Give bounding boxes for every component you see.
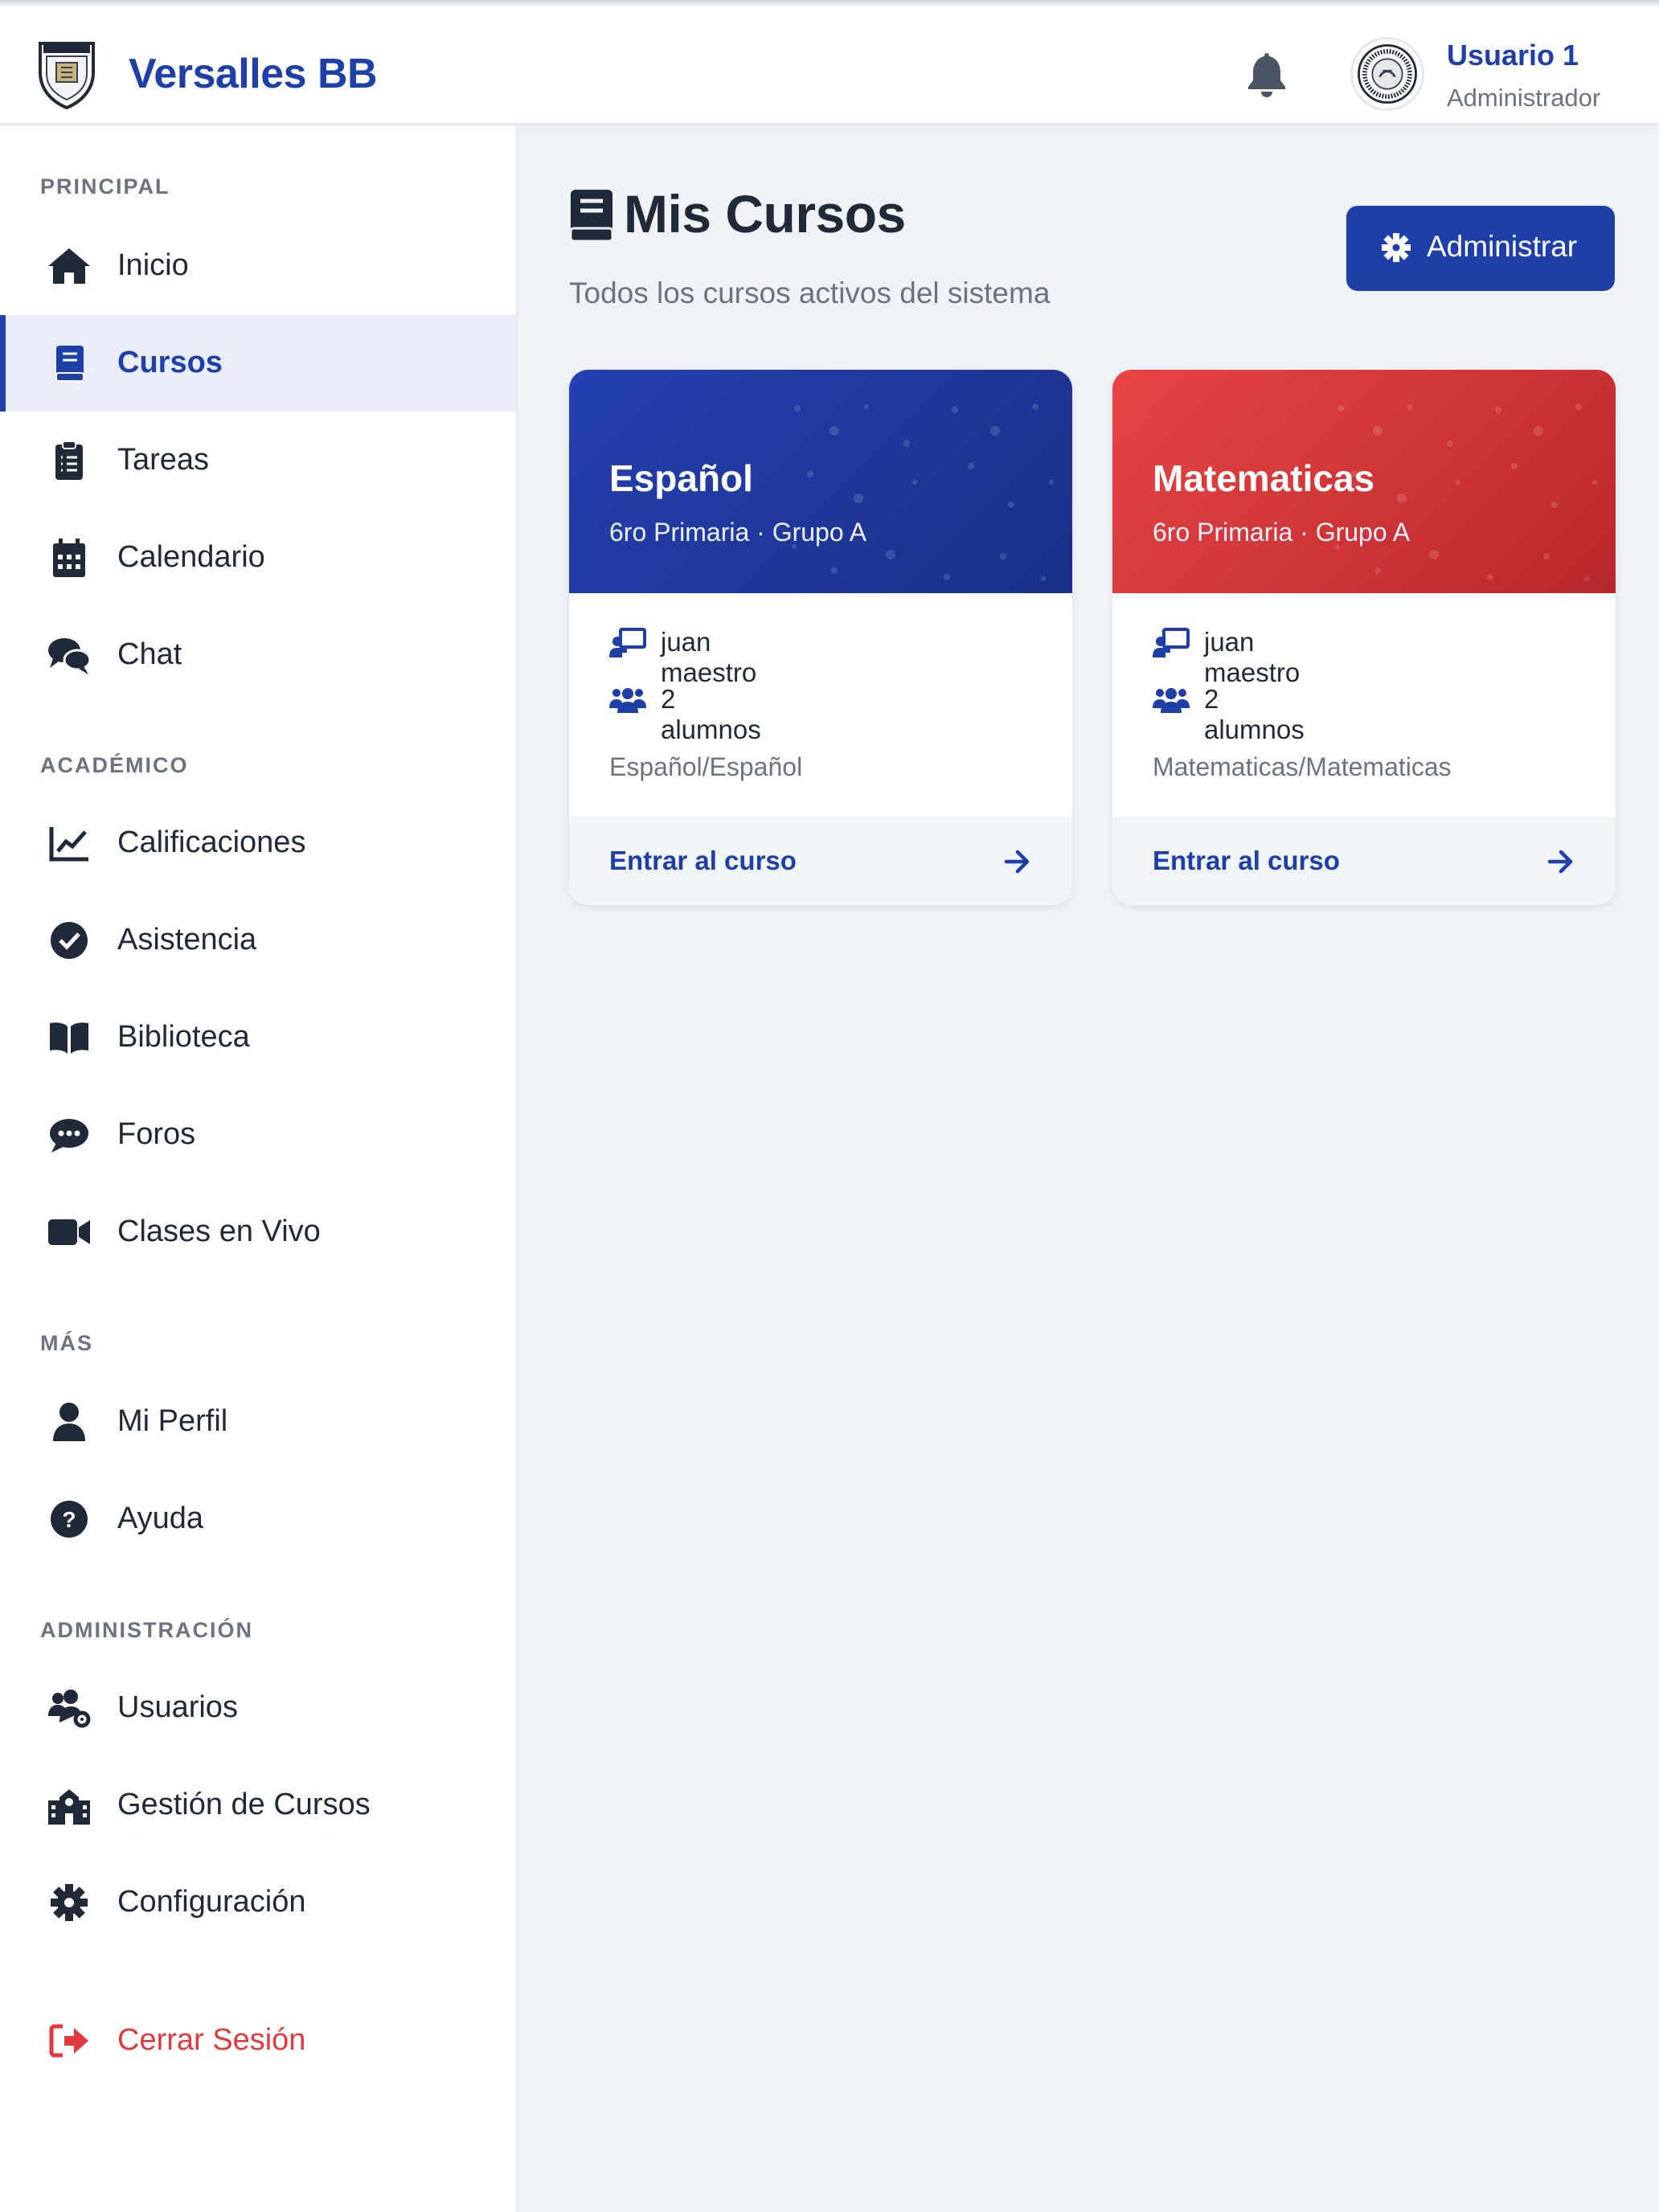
book-icon — [55, 346, 84, 382]
sidebar-item-calendario[interactable]: Calendario — [0, 510, 516, 606]
top-shade — [0, 0, 1659, 8]
sidebar-item-configuracion[interactable]: Configuración — [0, 1854, 516, 1951]
cog-icon — [1382, 233, 1411, 262]
course-subject: Español/Español — [609, 752, 803, 781]
bell-icon[interactable] — [1244, 50, 1289, 98]
administrar-label: Administrar — [1427, 230, 1578, 263]
sidebar-item-cursos[interactable]: Cursos — [0, 315, 516, 412]
sidebar-item-label: Inicio — [117, 248, 189, 282]
sidebar-item-chat[interactable]: Chat — [0, 607, 516, 703]
user-icon — [53, 1403, 85, 1441]
sidebar-item-mi-perfil[interactable]: Mi Perfil — [0, 1374, 516, 1470]
question-circle-icon: ? — [51, 1501, 88, 1538]
svg-text:?: ? — [62, 1507, 76, 1532]
comment-dots-icon — [50, 1119, 88, 1153]
section-title-mas: MÁS — [40, 1331, 93, 1355]
sidebar-item-clases-en-vivo[interactable]: Clases en Vivo — [0, 1184, 516, 1280]
sidebar-item-gestion-de-cursos[interactable]: Gestión de Cursos — [0, 1757, 516, 1854]
page-subtitle: Todos los cursos activos del sistema — [569, 276, 1051, 309]
user-avatar[interactable] — [1350, 37, 1424, 111]
sidebar: PRINCIPAL Inicio Cursos Tareas Calendari… — [0, 126, 518, 2212]
sidebar-item-label: Calificaciones — [117, 825, 306, 859]
course-card-footer[interactable]: Entrar al curso — [569, 817, 1072, 905]
sidebar-item-asistencia[interactable]: Asistencia — [0, 892, 516, 989]
calendar-icon — [53, 539, 85, 577]
sidebar-item-label: Cerrar Sesión — [117, 2023, 306, 2057]
sidebar-item-label: Mi Perfil — [117, 1404, 228, 1438]
users-icon — [609, 688, 646, 713]
sidebar-item-label: Configuración — [117, 1885, 306, 1919]
video-icon — [48, 1219, 90, 1245]
sidebar-item-label: Clases en Vivo — [117, 1215, 321, 1248]
course-card-footer[interactable]: Entrar al curso — [1112, 817, 1616, 905]
cog-icon — [51, 1884, 88, 1921]
section-title-principal: PRINCIPAL — [40, 174, 170, 199]
open-book-icon — [50, 1022, 88, 1054]
section-title-academico: ACADÉMICO — [40, 753, 189, 777]
users-cog-icon — [48, 1690, 91, 1728]
sidebar-item-label: Asistencia — [117, 923, 257, 956]
user-name[interactable]: Usuario 1 — [1447, 39, 1579, 72]
sidebar-item-label: Tareas — [117, 443, 210, 477]
school-crest-logo[interactable] — [37, 39, 96, 109]
course-card-header: Matematicas 6ro Primaria · Grupo A — [1112, 370, 1616, 593]
book-icon — [569, 190, 614, 243]
sidebar-item-biblioteca[interactable]: Biblioteca — [0, 989, 516, 1086]
course-subject: Matematicas/Matematicas — [1153, 752, 1452, 781]
chart-line-icon — [49, 827, 88, 862]
chalkboard-teacher-icon — [609, 628, 646, 657]
course-name: Matematicas — [1153, 457, 1375, 499]
sidebar-item-label: Gestión de Cursos — [117, 1788, 371, 1821]
sidebar-item-label: Foros — [117, 1117, 196, 1151]
course-card-espanol[interactable]: Español 6ro Primaria · Grupo A juan maes… — [569, 370, 1072, 905]
course-teacher: juan maestro — [1204, 627, 1301, 687]
school-icon — [48, 1789, 90, 1825]
top-bar: Versalles BB Usuario 1 Administrador — [0, 0, 1659, 125]
sidebar-item-label: Cursos — [117, 346, 223, 379]
logout-button[interactable]: Cerrar Sesión — [0, 1993, 516, 2089]
user-role: Administrador — [1447, 84, 1601, 112]
sidebar-item-label: Usuarios — [117, 1690, 238, 1724]
sidebar-item-label: Calendario — [117, 540, 265, 574]
users-icon — [1153, 688, 1190, 713]
course-name: Español — [609, 457, 753, 499]
sidebar-item-tareas[interactable]: Tareas — [0, 412, 516, 509]
course-card-matematicas[interactable]: Matematicas 6ro Primaria · Grupo A juan … — [1112, 370, 1616, 905]
enter-course-link[interactable]: Entrar al curso — [1153, 846, 1340, 876]
page-title: Mis Cursos — [624, 184, 906, 244]
sidebar-item-foros[interactable]: Foros — [0, 1087, 516, 1183]
sidebar-item-inicio[interactable]: Inicio — [0, 218, 516, 314]
sidebar-item-label: Ayuda — [117, 1501, 204, 1535]
brand-name[interactable]: Versalles BB — [129, 50, 378, 98]
sidebar-item-calificaciones[interactable]: Calificaciones — [0, 795, 516, 891]
chalkboard-teacher-icon — [1153, 628, 1190, 657]
sidebar-item-label: Biblioteca — [117, 1020, 250, 1054]
course-teacher: juan maestro — [661, 627, 757, 687]
sign-out-icon — [49, 2024, 88, 2058]
arrow-right-icon[interactable] — [1546, 847, 1575, 876]
arrow-right-icon[interactable] — [1003, 847, 1032, 876]
check-circle-icon — [51, 922, 88, 959]
clipboard-icon — [55, 440, 83, 480]
course-group: 6ro Primaria · Grupo A — [609, 518, 867, 547]
section-title-administracion: ADMINISTRACIÓN — [40, 1618, 253, 1642]
course-students: 2 alumnos — [661, 684, 761, 744]
sidebar-item-ayuda[interactable]: ? Ayuda — [0, 1471, 516, 1567]
administrar-button[interactable]: Administrar — [1346, 206, 1615, 291]
course-card-header: Español 6ro Primaria · Grupo A — [569, 370, 1072, 593]
course-group: 6ro Primaria · Grupo A — [1153, 518, 1411, 547]
sidebar-item-usuarios[interactable]: Usuarios — [0, 1660, 516, 1756]
enter-course-link[interactable]: Entrar al curso — [609, 846, 797, 876]
comments-icon — [48, 638, 92, 674]
home-icon — [48, 248, 90, 284]
sidebar-item-label: Chat — [117, 637, 182, 671]
course-students: 2 alumnos — [1204, 684, 1305, 744]
